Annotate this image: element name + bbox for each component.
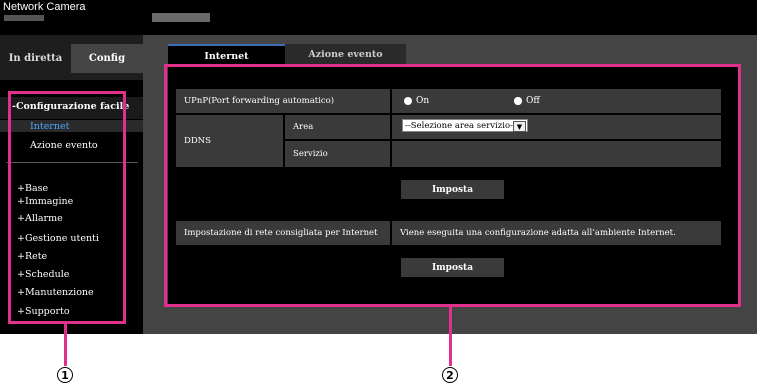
tab-internet[interactable]: Internet: [168, 44, 285, 66]
tab-config[interactable]: Config: [71, 44, 143, 73]
tab-azione-evento[interactable]: Azione evento: [285, 44, 406, 64]
model-name-blurred: [152, 13, 210, 22]
callout-leader-2: [449, 307, 452, 366]
highlight-box-menu: [8, 91, 126, 324]
brand-title: Network Camera: [3, 1, 86, 13]
highlight-box-settings: [164, 64, 741, 307]
callout-number-1: 1: [57, 367, 73, 383]
brand-subtitle-blurred: [4, 15, 44, 21]
top-bar: [0, 0, 757, 35]
callout-leader-1: [64, 324, 67, 366]
tab-in-diretta[interactable]: In diretta: [0, 44, 71, 73]
callout-number-2: 2: [442, 367, 458, 383]
